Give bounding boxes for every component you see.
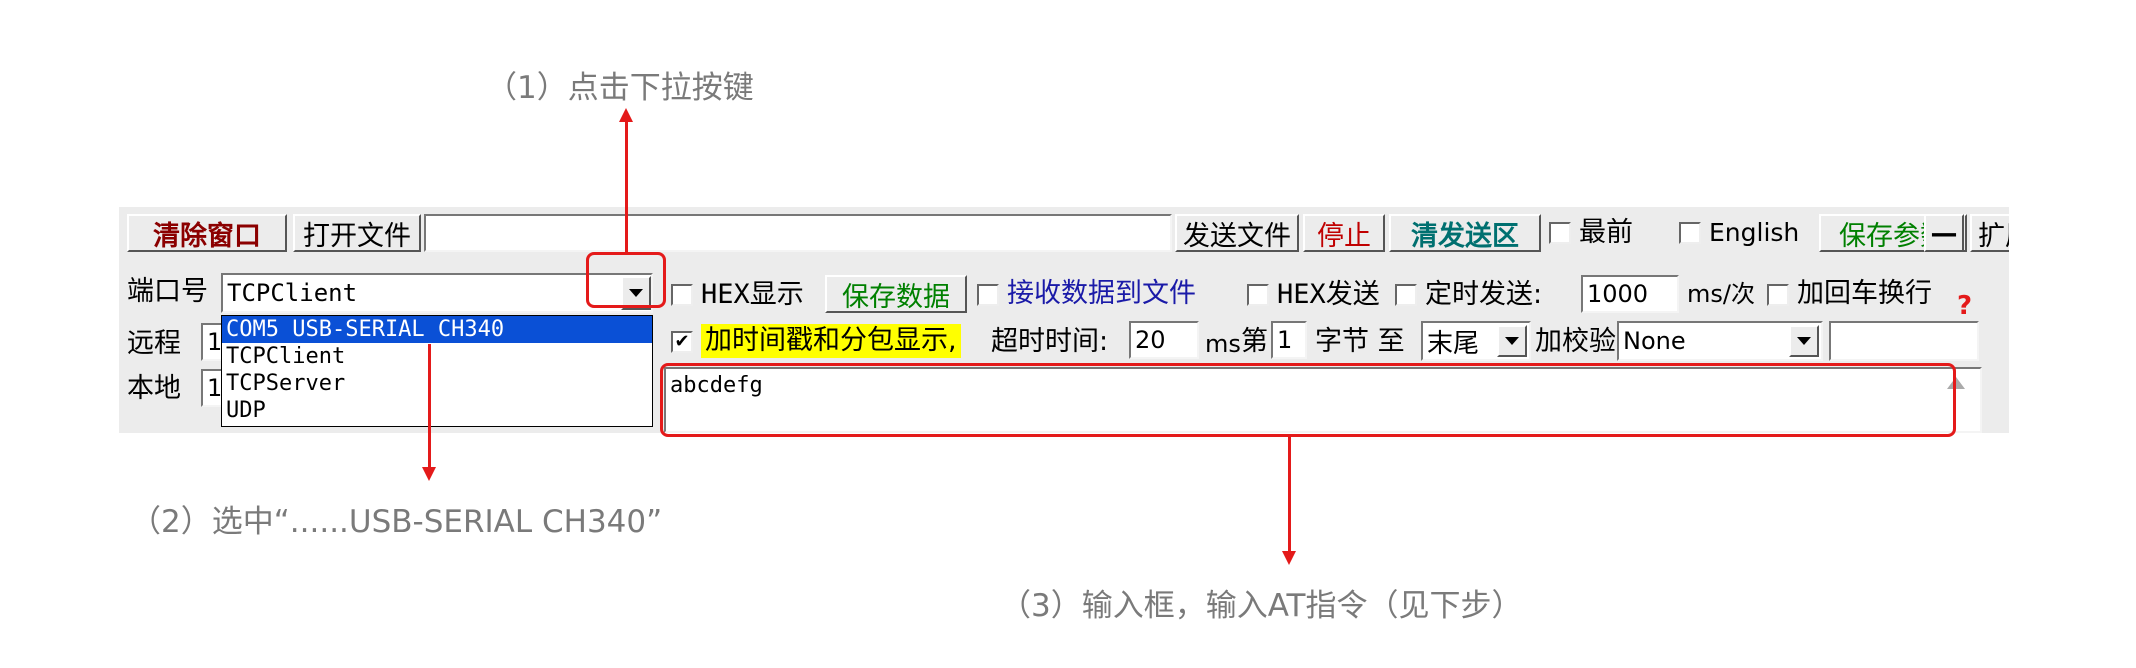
dropdown-highlight-box	[586, 252, 666, 308]
port-selected-value: TCPClient	[227, 279, 358, 307]
english-label: English	[1709, 218, 1800, 247]
arrow-2-line	[428, 344, 431, 469]
timeout-unit-label: ms	[1205, 330, 1241, 358]
hex-display-checkbox[interactable]	[671, 284, 693, 306]
open-file-button[interactable]: 打开文件	[293, 214, 421, 252]
file-path-input[interactable]	[424, 214, 1172, 252]
arrow-up-icon	[619, 108, 633, 122]
stop-button[interactable]: 停止	[1303, 214, 1385, 252]
timeout-input[interactable]: 20	[1129, 321, 1199, 359]
timed-send-checkbox[interactable]	[1395, 284, 1417, 306]
port-option[interactable]: UDP	[222, 397, 652, 424]
start-byte-input[interactable]: 1	[1271, 321, 1307, 359]
chevron-down-icon	[1505, 337, 1519, 345]
topmost-label: 最前	[1579, 217, 1633, 248]
port-option[interactable]: COM5 USB-SERIAL CH340	[222, 316, 652, 343]
checksum-label: 加校验	[1535, 326, 1616, 357]
send-file-button[interactable]: 发送文件	[1175, 214, 1299, 252]
arrow-down-icon	[1282, 551, 1296, 565]
minimize-button[interactable]: —	[1924, 214, 1964, 252]
recv-to-file-label: 接收数据到文件	[1007, 278, 1196, 309]
hex-send-checkbox[interactable]	[1247, 284, 1269, 306]
checksum-extra-field[interactable]	[1829, 321, 1979, 361]
port-option[interactable]: TCPClient	[222, 343, 652, 370]
hex-send-label: HEX发送	[1277, 279, 1380, 310]
checksum-dropdown-button[interactable]	[1789, 325, 1819, 357]
help-icon[interactable]: ?	[1957, 289, 1972, 323]
nth-label: 第	[1241, 326, 1268, 357]
port-option[interactable]: TCPServer	[222, 370, 652, 397]
timed-send-label: 定时发送:	[1425, 279, 1543, 310]
arrow-1-line	[625, 118, 628, 253]
chevron-down-icon	[1797, 337, 1811, 345]
recv-to-file-checkbox[interactable]	[977, 284, 999, 306]
interval-input[interactable]: 1000	[1581, 275, 1679, 313]
add-crlf-label: 加回车换行	[1797, 278, 1932, 309]
interval-unit-label: ms/次	[1687, 280, 1755, 308]
end-dropdown-button[interactable]	[1497, 325, 1527, 357]
timeout-label: 超时时间:	[991, 326, 1109, 357]
clear-send-button[interactable]: 清发送区	[1389, 214, 1541, 252]
add-crlf-checkbox[interactable]	[1767, 284, 1789, 306]
english-checkbox[interactable]	[1679, 222, 1701, 244]
timestamp-label: 加时间戳和分包显示,	[701, 324, 961, 358]
end-selected-value: 末尾	[1427, 328, 1480, 359]
byte-to-label: 字节 至	[1315, 326, 1405, 357]
annotation-step3: （3）输入框，输入AT指令（见下步）	[1000, 588, 1523, 624]
port-dropdown-list: COM5 USB-SERIAL CH340 TCPClient TCPServe…	[221, 315, 653, 427]
clear-window-button[interactable]: 清除窗口	[127, 214, 287, 252]
topmost-checkbox[interactable]	[1549, 222, 1571, 244]
input-highlight-box	[660, 363, 1956, 437]
arrow-3-line	[1288, 437, 1291, 553]
checksum-selected-value: None	[1623, 327, 1686, 355]
annotation-step1: （1）点击下拉按键	[486, 70, 754, 106]
timestamp-checkbox[interactable]: ✔	[671, 331, 693, 353]
local-label: 本地	[127, 373, 181, 404]
save-data-button[interactable]: 保存数据	[825, 275, 967, 313]
remote-label: 远程	[127, 328, 181, 359]
expand-button[interactable]: 扩展	[1970, 214, 2009, 252]
arrow-down-icon	[422, 467, 436, 481]
port-label: 端口号	[127, 276, 208, 307]
checkmark-icon: ✔	[674, 331, 690, 352]
annotation-step2: （2）选中“......USB-SERIAL CH340”	[130, 504, 663, 540]
hex-display-label: HEX显示	[701, 279, 804, 310]
